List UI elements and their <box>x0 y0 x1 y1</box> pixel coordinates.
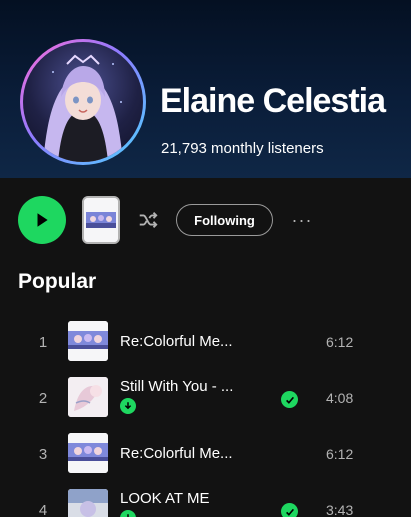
track-number: 2 <box>38 390 48 407</box>
popular-heading: Popular <box>18 270 97 293</box>
track-duration: 3:43 <box>326 502 354 517</box>
artist-header: Elaine Celestia 21,793 monthly listeners <box>0 0 411 178</box>
more-options-button[interactable]: ··· <box>290 210 314 230</box>
liked-check-icon[interactable] <box>281 503 298 517</box>
track-title[interactable]: Re:Colorful Me... <box>120 333 245 350</box>
downloaded-icon <box>120 510 136 517</box>
track-number: 1 <box>38 334 48 351</box>
artist-name: Elaine Celestia <box>160 82 386 120</box>
artist-avatar <box>20 39 146 165</box>
preview-artwork-image <box>84 198 118 242</box>
monthly-listeners: 21,793 monthly listeners <box>161 140 324 157</box>
track-cover <box>68 377 108 417</box>
play-icon <box>37 213 48 227</box>
track-cover <box>68 321 108 361</box>
track-cover <box>68 489 108 517</box>
liked-check-icon[interactable] <box>281 391 298 408</box>
following-button[interactable]: Following <box>176 204 273 236</box>
track-title[interactable]: LOOK AT ME <box>120 490 245 507</box>
track-title[interactable]: Re:Colorful Me... <box>120 445 245 462</box>
artist-portrait-image <box>43 54 123 162</box>
play-button[interactable] <box>18 196 66 244</box>
track-cover-image <box>68 433 108 473</box>
track-number: 4 <box>38 502 48 517</box>
track-cover <box>68 433 108 473</box>
downloaded-icon <box>120 398 136 414</box>
track-row[interactable]: 2 Still With You - ... 4:08 <box>0 372 411 428</box>
preview-thumbnail[interactable] <box>82 196 120 244</box>
track-row[interactable]: 4 LOOK AT ME 3:43 <box>0 484 411 517</box>
artist-page: Elaine Celestia 21,793 monthly listeners… <box>0 0 411 517</box>
track-title[interactable]: Still With You - ... <box>120 378 245 395</box>
popular-track-list: 1 Re:Colorful Me... 6:12 2 Still With Yo… <box>0 316 411 517</box>
track-cover-image <box>68 321 108 361</box>
track-duration: 6:12 <box>326 446 354 462</box>
track-cover-image <box>68 489 108 517</box>
track-duration: 4:08 <box>326 390 354 406</box>
track-duration: 6:12 <box>326 334 354 350</box>
track-number: 3 <box>38 446 48 463</box>
track-row[interactable]: 1 Re:Colorful Me... 6:12 <box>0 316 411 372</box>
shuffle-button[interactable] <box>136 208 160 232</box>
shuffle-icon <box>139 212 158 228</box>
track-row[interactable]: 3 Re:Colorful Me... 6:12 <box>0 428 411 484</box>
track-cover-image <box>68 377 108 417</box>
